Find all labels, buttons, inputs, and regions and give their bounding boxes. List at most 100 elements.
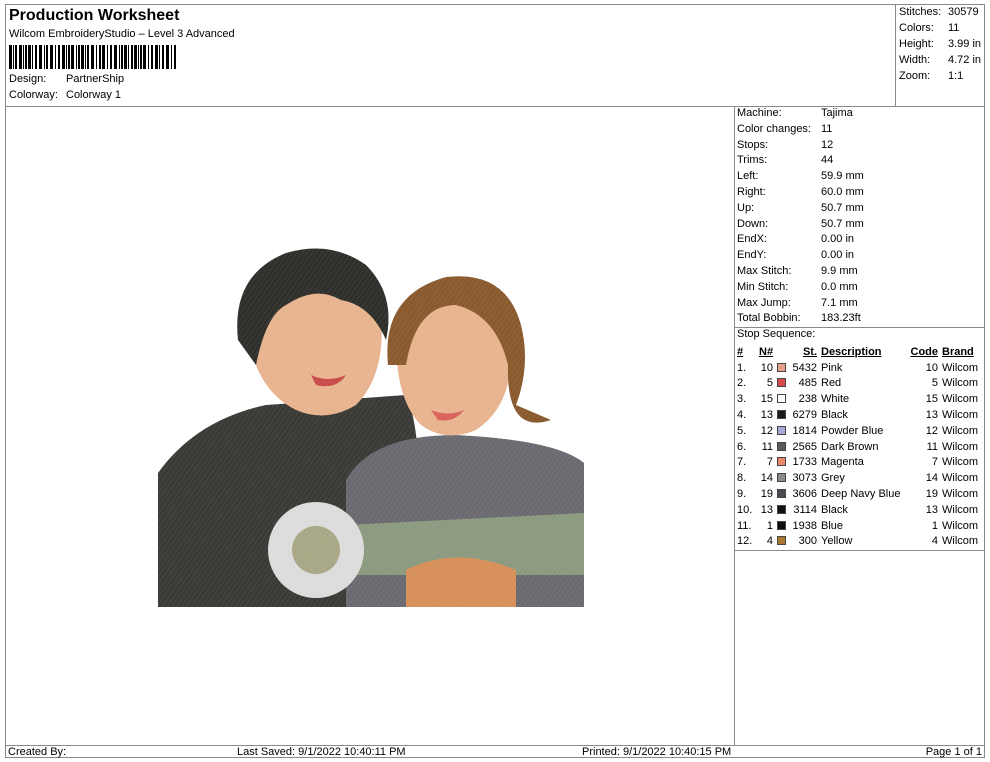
info-label: Right: — [737, 185, 766, 198]
row-needle: 5 — [766, 377, 773, 390]
stats-box: Stitches: 30579 Colors: 11 Height: 3.99 in … — [895, 5, 985, 106]
divider — [735, 550, 985, 551]
stat-label: Colors: — [899, 22, 934, 34]
color-swatch-icon — [777, 457, 786, 467]
row-brand: Wilcom — [942, 472, 979, 485]
color-swatch-icon — [777, 410, 786, 420]
row-index: 3. — [737, 393, 747, 406]
row-swatch — [777, 534, 789, 550]
machine-info-row: Max Stitch: 9.9 mm — [737, 265, 983, 281]
row-code: 19 — [925, 488, 938, 501]
row-brand: Wilcom — [942, 503, 979, 516]
row-swatch — [777, 376, 789, 392]
row-brand: Wilcom — [942, 535, 979, 548]
machine-info-row: Min Stitch: 0.0 mm — [737, 281, 983, 297]
color-swatch-icon — [777, 425, 786, 435]
stat-value: 4.72 in — [948, 54, 982, 66]
info-label: Total Bobbin: — [737, 312, 801, 325]
row-description: Grey — [821, 472, 845, 485]
colorway-label: Colorway: — [9, 89, 58, 101]
stat-width: Width: 4.72 in — [899, 54, 981, 66]
colorway-value: Colorway 1 — [66, 89, 122, 101]
stat-value: 1:1 — [948, 70, 964, 82]
row-code: 13 — [925, 409, 938, 422]
row-index: 7. — [737, 456, 747, 469]
info-value: 50.7 mm — [821, 201, 864, 214]
color-swatch-icon — [777, 394, 786, 404]
col-description: Description — [821, 345, 882, 358]
embroidery-design-preview — [156, 245, 584, 607]
design-row: Design: PartnerShip — [9, 73, 124, 85]
col-index: # — [737, 345, 744, 358]
row-stitches: 1938 — [792, 519, 817, 532]
row-description: Red — [821, 377, 842, 390]
table-row: 8. 14 3073 Grey 14 Wilcom — [737, 470, 984, 486]
row-index: 9. — [737, 488, 747, 501]
machine-info-list: Machine: Tajima Color changes: 11 Stops: 12 Tr… — [737, 107, 983, 328]
row-description: Pink — [821, 361, 843, 374]
machine-info-row: EndY: 0.00 in — [737, 249, 983, 265]
row-stitches: 300 — [798, 535, 817, 548]
software-subtitle: Wilcom EmbroideryStudio – Level 3 Advanc… — [9, 28, 235, 40]
row-index: 11. — [737, 519, 752, 532]
color-swatch-icon — [777, 378, 786, 388]
row-swatch — [777, 391, 789, 407]
row-brand: Wilcom — [942, 488, 979, 501]
row-needle: 12 — [760, 424, 773, 437]
row-needle: 10 — [760, 361, 773, 374]
machine-info-row: Machine: Tajima — [737, 107, 983, 123]
stat-value: 11 — [948, 22, 960, 34]
row-needle: 13 — [760, 503, 773, 516]
table-row: 1. 10 5432 Pink 10 Wilcom — [737, 360, 984, 376]
machine-info-row: Trims: 44 — [737, 154, 983, 170]
last-saved: Last Saved: 9/1/2022 10:40:11 PM — [237, 746, 406, 758]
row-swatch — [777, 407, 789, 423]
col-code: Code — [910, 345, 939, 358]
colorway-row: Colorway: Colorway 1 — [9, 89, 121, 101]
row-swatch — [777, 423, 789, 439]
row-swatch — [777, 470, 789, 486]
machine-info-row: Down: 50.7 mm — [737, 218, 983, 234]
row-description: White — [821, 393, 850, 406]
table-row: 5. 12 1814 Powder Blue 12 Wilcom — [737, 423, 984, 439]
table-row: 3. 15 238 White 15 Wilcom — [737, 391, 984, 407]
info-value: 60.0 mm — [821, 185, 864, 198]
row-needle: 19 — [760, 488, 773, 501]
row-description: Dark Brown — [821, 440, 879, 453]
table-row: 12. 4 300 Yellow 4 Wilcom — [737, 534, 984, 550]
row-code: 7 — [931, 456, 938, 469]
info-label: Down: — [737, 217, 769, 230]
row-needle: 4 — [766, 535, 773, 548]
row-stitches: 238 — [798, 393, 817, 406]
row-stitches: 6279 — [792, 409, 817, 422]
table-row: 4. 13 6279 Black 13 Wilcom — [737, 407, 984, 423]
row-needle: 13 — [760, 409, 773, 422]
row-brand: Wilcom — [942, 393, 979, 406]
info-value: 183.23ft — [821, 312, 861, 325]
info-label: Up: — [737, 201, 755, 214]
machine-info-row: Max Jump: 7.1 mm — [737, 297, 983, 313]
row-description: Deep Navy Blue — [821, 488, 901, 501]
info-label: Left: — [737, 170, 759, 183]
row-index: 8. — [737, 472, 747, 485]
row-swatch — [777, 502, 789, 518]
row-swatch — [777, 518, 789, 534]
row-needle: 1 — [766, 519, 773, 532]
row-code: 10 — [925, 361, 938, 374]
row-swatch — [777, 486, 789, 502]
row-code: 5 — [931, 377, 938, 390]
info-value: Tajima — [821, 107, 853, 119]
row-brand: Wilcom — [942, 409, 979, 422]
machine-info-panel: Machine: Tajima Color changes: 11 Stops: 12 Tr… — [734, 106, 985, 745]
row-brand: Wilcom — [942, 456, 979, 469]
row-code: 1 — [931, 519, 938, 532]
barcode-icon — [9, 45, 176, 69]
color-swatch-icon — [777, 441, 786, 451]
info-label: Machine: — [737, 107, 782, 119]
row-swatch — [777, 439, 789, 455]
info-value: 12 — [821, 138, 834, 151]
stat-label: Zoom: — [899, 70, 931, 82]
color-swatch-icon — [777, 536, 786, 546]
row-stitches: 3114 — [793, 503, 817, 516]
row-index: 5. — [737, 424, 747, 437]
